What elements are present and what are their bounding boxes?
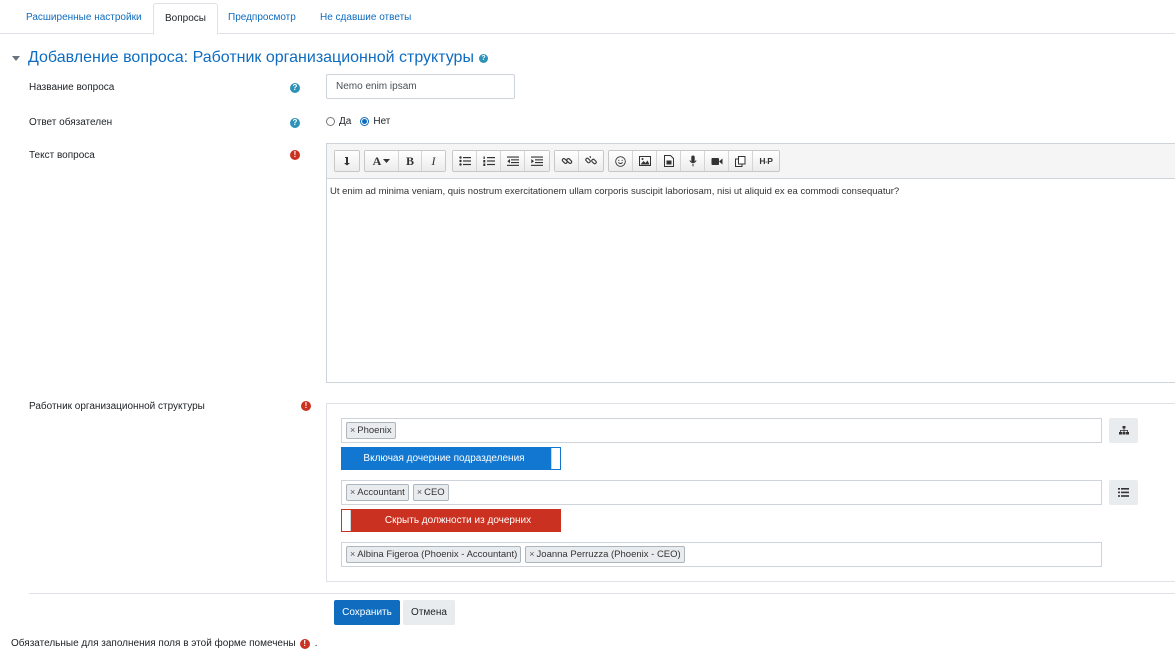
video-camera-icon[interactable] bbox=[705, 151, 729, 171]
hide-child-positions-toggle[interactable]: Скрыть должности из дочерних bbox=[341, 509, 561, 532]
editor-content-area[interactable]: Ut enim ad minima veniam, quis nostrum e… bbox=[327, 179, 1175, 204]
org-tree-button[interactable] bbox=[1109, 418, 1138, 443]
tab-questions[interactable]: Вопросы bbox=[153, 3, 218, 35]
cancel-button[interactable]: Отмена bbox=[403, 600, 455, 625]
outdent-icon[interactable] bbox=[501, 151, 525, 171]
org-units-autocomplete[interactable]: × Phoenix bbox=[341, 418, 1102, 443]
unit-tag[interactable]: × Phoenix bbox=[346, 422, 396, 439]
toolbar-group-lists bbox=[452, 150, 550, 172]
employee-tag-label: Albina Figeroa (Phoenix - Accountant) bbox=[357, 549, 518, 560]
list-icon bbox=[1118, 488, 1129, 497]
unordered-list-icon[interactable] bbox=[453, 151, 477, 171]
required-radio-group: Да Нет bbox=[326, 114, 399, 128]
required-icon: ! bbox=[290, 150, 300, 160]
tab-not-submitted[interactable]: Не сдавшие ответы bbox=[309, 3, 422, 34]
toolbar-group-format: A B I bbox=[364, 150, 446, 172]
image-icon[interactable] bbox=[633, 151, 657, 171]
radio-yes-label[interactable]: Да bbox=[339, 116, 351, 127]
radio-no-label[interactable]: Нет bbox=[373, 116, 390, 127]
collapse-caret-icon[interactable] bbox=[12, 55, 20, 61]
sitemap-icon bbox=[1118, 426, 1129, 435]
employees-autocomplete[interactable]: × Albina Figeroa (Phoenix - Accountant) ×… bbox=[341, 542, 1102, 567]
tab-preview[interactable]: Предпросмотр bbox=[217, 3, 307, 34]
tab-advanced-settings[interactable]: Расширенные настройки bbox=[15, 3, 153, 34]
paragraph-styles-icon[interactable]: A bbox=[365, 151, 399, 171]
microphone-icon[interactable] bbox=[681, 151, 705, 171]
remove-tag-icon[interactable]: × bbox=[529, 547, 534, 562]
employee-tag[interactable]: × Joanna Perruzza (Phoenix - CEO) bbox=[525, 546, 685, 563]
h5p-icon[interactable]: H‑P bbox=[753, 151, 779, 171]
toolbar-group-links bbox=[554, 150, 604, 172]
remove-tag-icon[interactable]: × bbox=[417, 485, 422, 500]
italic-icon[interactable]: I bbox=[422, 151, 445, 171]
org-structure-container: × Phoenix Включая дочерние подразделения … bbox=[326, 403, 1175, 582]
bold-icon[interactable]: B bbox=[399, 151, 422, 171]
rich-text-editor: A B I H‑P Ut enim ad minima veniam, quis… bbox=[326, 143, 1175, 383]
radio-no[interactable] bbox=[360, 116, 370, 126]
position-tag-label: CEO bbox=[424, 487, 445, 498]
toggle-handle bbox=[551, 448, 560, 469]
position-tag[interactable]: × Accountant bbox=[346, 484, 409, 501]
required-icon: ! bbox=[299, 638, 310, 649]
unit-tag-label: Phoenix bbox=[357, 425, 392, 436]
required-icon: ! bbox=[301, 401, 311, 411]
manage-files-icon[interactable] bbox=[729, 151, 753, 171]
help-icon[interactable]: ? bbox=[478, 53, 488, 63]
question-name-label: Название вопроса bbox=[29, 82, 115, 93]
show-more-buttons-icon[interactable] bbox=[335, 151, 359, 171]
toolbar-group-media: H‑P bbox=[608, 150, 780, 172]
employee-tag-label: Joanna Perruzza (Phoenix - CEO) bbox=[536, 549, 681, 560]
position-tag-label: Accountant bbox=[357, 487, 405, 498]
tab-bar: Расширенные настройки Вопросы Предпросмо… bbox=[0, 0, 1175, 35]
emoji-icon[interactable] bbox=[609, 151, 633, 171]
form-divider bbox=[29, 593, 1175, 594]
toggle-handle bbox=[342, 510, 351, 531]
section-header[interactable]: Добавление вопроса: Работник организацио… bbox=[12, 48, 488, 68]
remove-tag-icon[interactable]: × bbox=[350, 423, 355, 438]
org-structure-label: Работник организационной структуры bbox=[29, 401, 205, 412]
required-note-period: . bbox=[314, 638, 318, 649]
positions-autocomplete[interactable]: × Accountant × CEO bbox=[341, 480, 1102, 505]
question-text-label: Текст вопроса bbox=[29, 150, 95, 161]
required-fields-note: Обязательные для заполнения поля в этой … bbox=[11, 638, 317, 649]
include-child-units-label: Включая дочерние подразделения bbox=[363, 453, 525, 464]
save-button[interactable]: Сохранить bbox=[334, 600, 400, 625]
required-note-text: Обязательные для заполнения поля в этой … bbox=[11, 638, 296, 649]
position-tag[interactable]: × CEO bbox=[412, 484, 449, 501]
indent-icon[interactable] bbox=[525, 151, 549, 171]
employee-tag[interactable]: × Albina Figeroa (Phoenix - Accountant) bbox=[346, 546, 522, 563]
remove-tag-icon[interactable]: × bbox=[350, 547, 355, 562]
media-file-icon[interactable] bbox=[657, 151, 681, 171]
include-child-units-toggle[interactable]: Включая дочерние подразделения bbox=[341, 447, 561, 470]
help-icon[interactable]: ? bbox=[290, 118, 300, 128]
positions-list-button[interactable] bbox=[1109, 480, 1138, 505]
radio-yes[interactable] bbox=[326, 116, 335, 126]
unlink-icon[interactable] bbox=[579, 151, 603, 171]
remove-tag-icon[interactable]: × bbox=[350, 485, 355, 500]
hide-child-positions-label: Скрыть должности из дочерних bbox=[384, 515, 532, 526]
editor-toolbar: A B I H‑P bbox=[327, 144, 1175, 179]
required-answer-label: Ответ обязателен bbox=[29, 117, 113, 128]
help-icon[interactable]: ? bbox=[290, 83, 300, 93]
toolbar-group-collapse bbox=[334, 150, 360, 172]
link-icon[interactable] bbox=[555, 151, 579, 171]
section-title: Добавление вопроса: Работник организацио… bbox=[28, 49, 474, 66]
question-name-input[interactable]: Nemo enim ipsam bbox=[326, 74, 515, 99]
ordered-list-icon[interactable] bbox=[477, 151, 501, 171]
